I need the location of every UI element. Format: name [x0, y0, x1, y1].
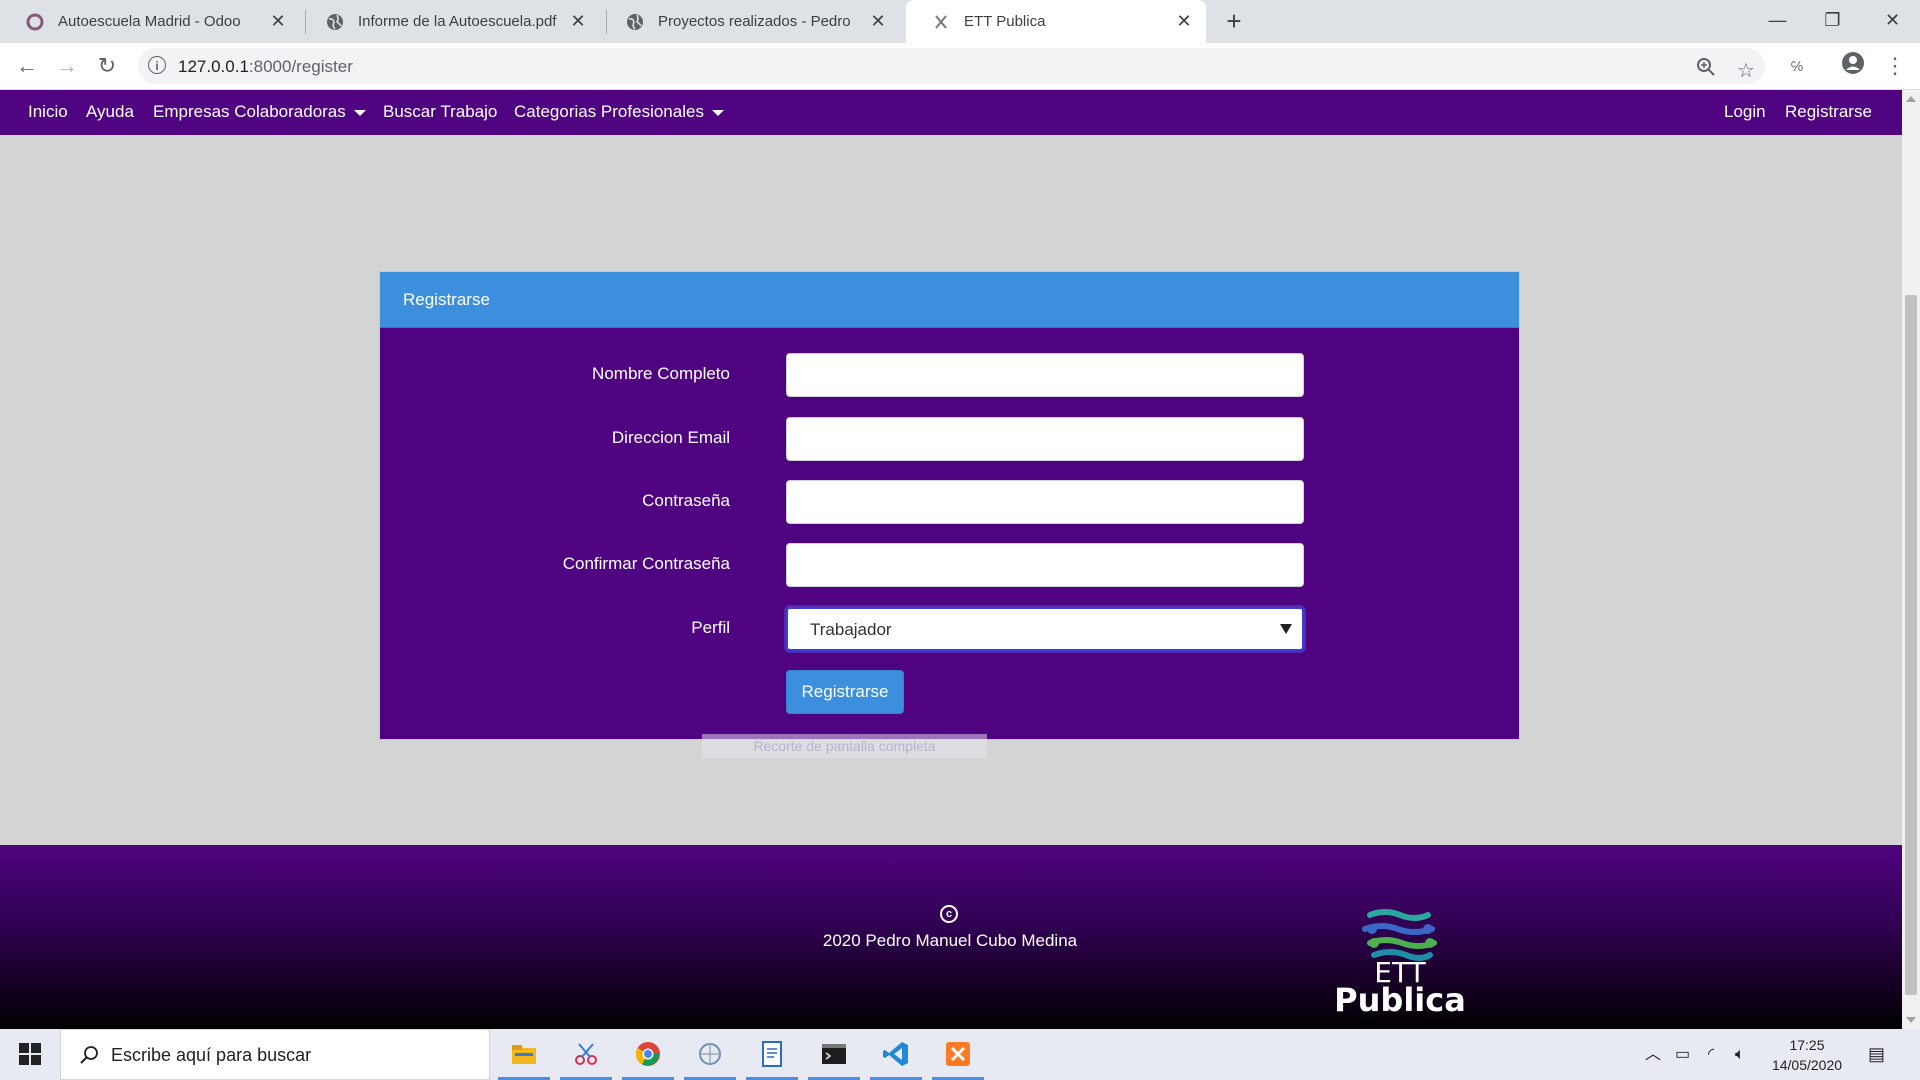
perfil-label: Perfil: [691, 618, 730, 637]
notifications-icon[interactable]: ▤: [1868, 1029, 1885, 1080]
tab-title: Informe de la Autoescuela.pdf: [358, 13, 557, 30]
nav-categorias-dropdown[interactable]: Categorias Profesionales: [514, 90, 724, 135]
snip-tooltip-ghost: Recorte de pantalla completa: [702, 734, 987, 758]
scroll-down-icon[interactable]: [1906, 1017, 1916, 1023]
windows-taskbar: Escribe aquí para buscar ︿ ▭ ◜ 🔈︎ 17:25 …: [0, 1029, 1920, 1080]
form-row-email: Direccion Email: [380, 417, 1519, 461]
search-placeholder: Escribe aquí para buscar: [111, 1045, 312, 1065]
profile-avatar-icon[interactable]: [1838, 51, 1868, 81]
card-header: Registrarse: [380, 272, 1519, 328]
new-tab-button[interactable]: +: [1219, 6, 1249, 36]
odoo-icon: [26, 13, 44, 30]
close-icon[interactable]: ✕: [1170, 11, 1198, 32]
tab-title: Proyectos realizados - Pedro: [658, 13, 851, 30]
zoom-icon[interactable]: [1691, 56, 1721, 86]
clock-date: 14/05/2020: [1771, 1057, 1843, 1073]
caret-down-icon: [711, 109, 724, 116]
back-icon[interactable]: ←: [12, 51, 42, 81]
nav-categorias-label: Categorias Profesionales: [514, 102, 704, 121]
chrome-icon[interactable]: [618, 1029, 678, 1080]
document-icon[interactable]: [742, 1029, 802, 1080]
xampp-icon[interactable]: [928, 1029, 988, 1080]
tab-title: Autoescuela Madrid - Odoo: [58, 13, 241, 30]
confirm-password-label: Confirmar Contraseña: [562, 554, 730, 573]
form-row-perfil: Perfil Trabajador: [380, 607, 1519, 651]
ett-publica-logo: ETT Publica: [1310, 905, 1490, 1020]
nombre-label: Nombre Completo: [592, 364, 730, 383]
restore-icon[interactable]: ❐: [1805, 0, 1860, 43]
form-row-nombre: Nombre Completo: [380, 353, 1519, 397]
nombre-input[interactable]: [786, 353, 1304, 397]
bookmark-star-icon[interactable]: ☆: [1731, 56, 1761, 86]
network-tool-icon[interactable]: [680, 1029, 740, 1080]
copyright-icon: c: [940, 905, 958, 923]
minimize-icon[interactable]: —: [1750, 0, 1805, 43]
scroll-up-icon[interactable]: [1906, 96, 1916, 102]
tab-odoo[interactable]: Autoescuela Madrid - Odoo ✕: [0, 0, 300, 43]
page-scrollbar[interactable]: [1902, 90, 1920, 1029]
copyright-text: 2020 Pedro Manuel Cubo Medina: [822, 931, 1078, 950]
address-bar[interactable]: i 127.0.0.1:8000/register ☆: [138, 48, 1765, 84]
reload-icon[interactable]: ↻: [92, 51, 122, 81]
terminal-icon[interactable]: [804, 1029, 864, 1080]
start-button[interactable]: [0, 1029, 60, 1080]
info-icon[interactable]: i: [148, 56, 166, 74]
tray-chevron-up-icon[interactable]: ︿: [1645, 1029, 1661, 1080]
email-input[interactable]: [786, 417, 1304, 461]
forward-icon[interactable]: →: [52, 51, 82, 81]
tab-proyectos[interactable]: Proyectos realizados - Pedro ✕: [600, 0, 900, 43]
email-label: Direccion Email: [611, 428, 730, 447]
site-navbar: Inicio Ayuda Empresas Colaboradoras Busc…: [0, 90, 1902, 135]
scroll-thumb[interactable]: [1905, 295, 1917, 995]
volume-icon[interactable]: 🔈︎: [1735, 1029, 1745, 1080]
password-input[interactable]: [786, 480, 1304, 524]
tab-informe[interactable]: Informe de la Autoescuela.pdf ✕: [300, 0, 600, 43]
nav-empresas-label: Empresas Colaboradoras: [153, 102, 346, 121]
confirm-password-input[interactable]: [786, 543, 1304, 587]
vscode-icon[interactable]: [866, 1029, 926, 1080]
close-icon[interactable]: ✕: [864, 11, 892, 32]
close-icon[interactable]: ✕: [264, 11, 292, 32]
register-card: Registrarse Nombre Completo Direccion Em…: [379, 271, 1520, 740]
perfil-select[interactable]: Trabajador: [786, 607, 1304, 651]
dropdown-arrow-icon: [1280, 624, 1292, 634]
file-explorer-icon[interactable]: [494, 1029, 554, 1080]
taskbar-clock[interactable]: 17:25 14/05/2020: [1762, 1035, 1852, 1075]
form-row-password: Contraseña: [380, 480, 1519, 524]
close-icon[interactable]: ✕: [564, 11, 592, 32]
registrarse-submit-button[interactable]: Registrarse: [786, 670, 904, 714]
logo-publica-text: Publica: [1334, 981, 1466, 1019]
taskbar-search-box[interactable]: Escribe aquí para buscar: [60, 1029, 490, 1080]
ett-favicon: [935, 14, 947, 29]
search-icon: [80, 1046, 98, 1064]
nav-ayuda[interactable]: Ayuda: [86, 90, 134, 135]
windows-logo-icon: [19, 1043, 41, 1065]
tab-title: ETT Publica: [964, 13, 1046, 30]
browser-tab-bar: Autoescuela Madrid - Odoo ✕ Informe de l…: [0, 0, 1920, 43]
menu-dots-icon[interactable]: ⋮: [1880, 51, 1910, 81]
extension-icon[interactable]: ℅: [1782, 51, 1812, 81]
clock-time: 17:25: [1789, 1037, 1825, 1053]
wifi-icon[interactable]: ◜: [1708, 1029, 1714, 1080]
nav-inicio[interactable]: Inicio: [28, 90, 68, 135]
nav-empresas-dropdown[interactable]: Empresas Colaboradoras: [153, 90, 366, 135]
globe-icon: [327, 13, 343, 30]
url-text[interactable]: 127.0.0.1:8000/register: [178, 57, 353, 77]
close-window-icon[interactable]: ✕: [1865, 0, 1920, 43]
tab-ett-publica[interactable]: ETT Publica ✕: [906, 0, 1206, 43]
site-footer: c 2020 Pedro Manuel Cubo Medina ETT Publ…: [0, 845, 1902, 1029]
password-label: Contraseña: [642, 491, 730, 510]
nav-login[interactable]: Login: [1724, 90, 1766, 135]
caret-down-icon: [353, 109, 366, 116]
browser-toolbar: ← → ↻ i 127.0.0.1:8000/register ☆ ℅ ⋮: [0, 43, 1920, 90]
perfil-selected-value: Trabajador: [810, 620, 892, 639]
form-row-confirm-password: Confirmar Contraseña: [380, 543, 1519, 587]
nav-registrarse[interactable]: Registrarse: [1785, 90, 1872, 135]
battery-icon[interactable]: ▭: [1675, 1029, 1690, 1080]
snipping-tool-icon[interactable]: [556, 1029, 616, 1080]
nav-buscar-trabajo[interactable]: Buscar Trabajo: [383, 90, 497, 135]
globe-icon: [627, 13, 643, 30]
